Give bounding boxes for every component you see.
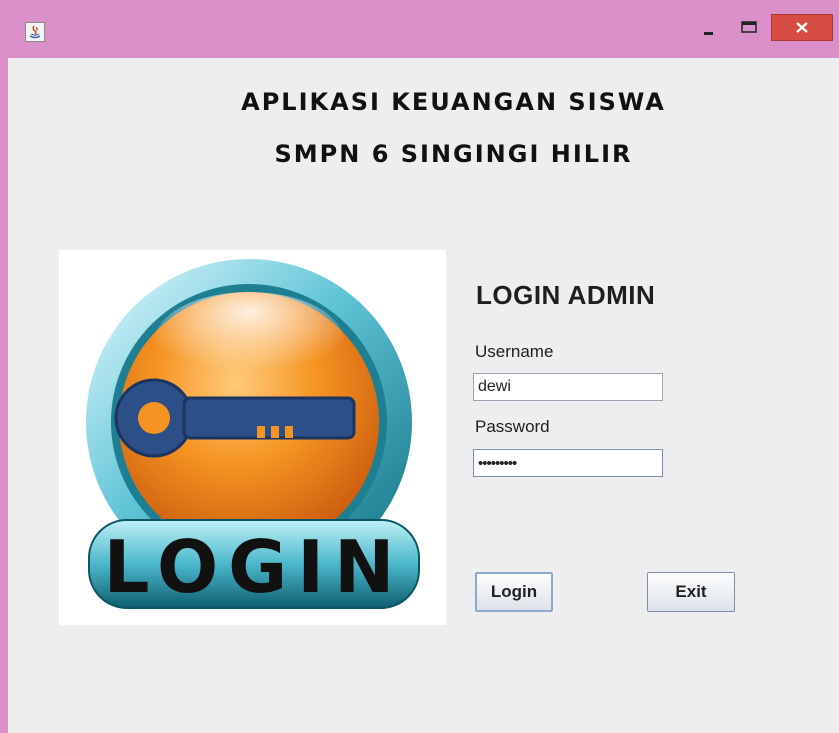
exit-button[interactable]: Exit (647, 572, 735, 612)
username-field[interactable] (473, 373, 663, 401)
login-image: LOGIN (59, 250, 446, 625)
login-window: APLIKASI KEUANGAN SISWA SMPN 6 SINGINGI … (0, 0, 839, 733)
login-image-text: LOGIN (104, 525, 405, 609)
password-field[interactable] (473, 449, 663, 477)
minimize-icon (704, 32, 713, 35)
maximize-button[interactable] (732, 14, 768, 42)
maximize-icon (741, 21, 757, 33)
app-title: APLIKASI KEUANGAN SISWA (241, 88, 666, 116)
minimize-button[interactable] (692, 14, 728, 42)
login-button[interactable]: Login (475, 572, 553, 612)
close-icon (796, 22, 808, 33)
close-button[interactable] (771, 14, 833, 41)
client-area: APLIKASI KEUANGAN SISWA SMPN 6 SINGINGI … (8, 58, 839, 733)
title-bar[interactable] (0, 0, 839, 58)
password-label: Password (475, 417, 550, 436)
username-label: Username (475, 342, 554, 361)
java-app-icon[interactable] (25, 22, 45, 42)
login-heading: LOGIN ADMIN (476, 280, 656, 310)
school-name: SMPN 6 SINGINGI HILIR (274, 140, 633, 168)
